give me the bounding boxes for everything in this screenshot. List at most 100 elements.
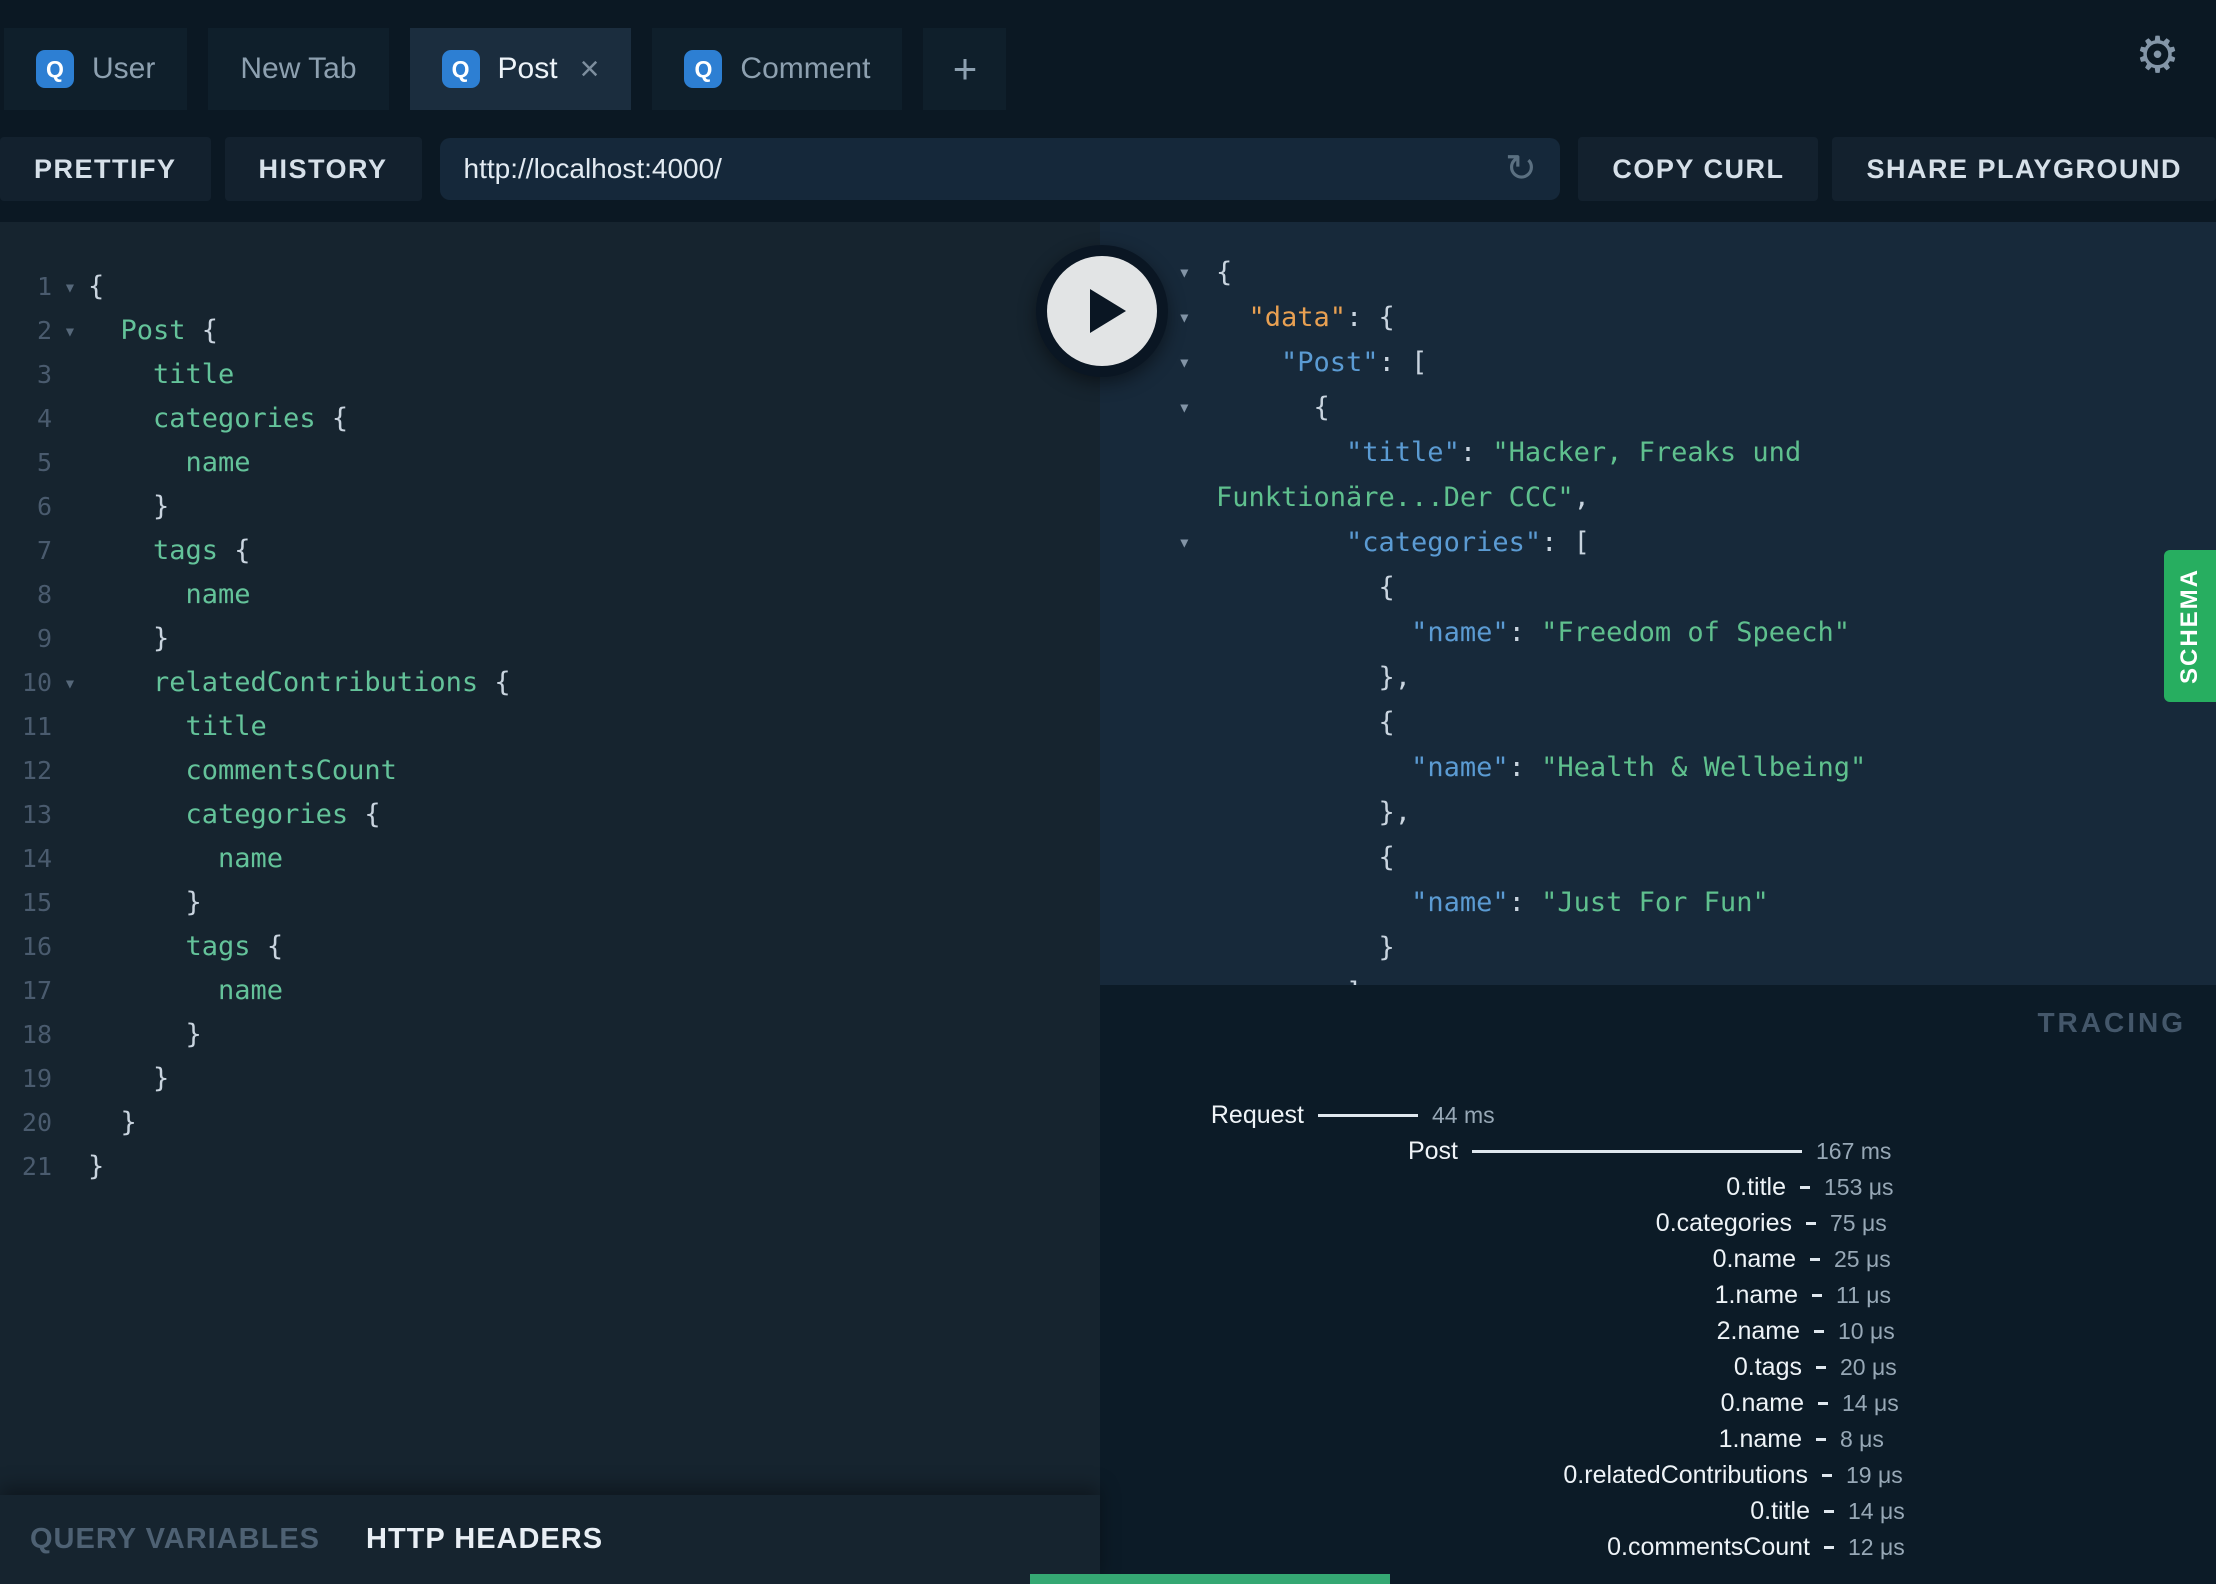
response-line: "name": "Health & Wellbeing"	[1100, 745, 2216, 790]
share-playground-button[interactable]: SHARE PLAYGROUND	[1832, 137, 2216, 201]
editor-line[interactable]: 2 ▾ Post {	[0, 309, 1100, 353]
token: : [	[1378, 347, 1428, 378]
fold-arrow-icon[interactable]: ▾	[1178, 385, 1216, 430]
token: categories	[185, 799, 349, 830]
fold-arrow-icon[interactable]: ▾	[1178, 250, 1216, 295]
editor-line[interactable]: 19}	[0, 1057, 1100, 1101]
fold-arrow-icon[interactable]: ▾	[1178, 340, 1216, 385]
add-tab-button[interactable]: +	[923, 28, 1007, 110]
query-variables-tab[interactable]: QUERY VARIABLES	[30, 1523, 320, 1556]
token: : [	[1541, 527, 1590, 558]
endpoint-url-input[interactable]	[463, 153, 1505, 185]
tracing-row: 1.name 8 μs	[1100, 1421, 2216, 1457]
code-text: tags {	[88, 529, 251, 573]
token: : {	[1346, 302, 1395, 333]
tab-user[interactable]: Q User	[4, 28, 188, 110]
settings-gear-icon[interactable]: ⚙	[2135, 26, 2180, 84]
editor-line[interactable]: 20}	[0, 1101, 1100, 1145]
editor-line[interactable]: 9}	[0, 617, 1100, 661]
editor-line[interactable]: 1 ▾{	[0, 265, 1100, 309]
tracing-row: 0.categories 75 μs	[1100, 1205, 2216, 1241]
token: {	[250, 931, 284, 962]
editor-line[interactable]: 17 name	[0, 969, 1100, 1013]
token: }	[185, 1019, 202, 1050]
reload-schema-icon[interactable]: ↺	[1505, 148, 1537, 190]
tracing-duration-bar	[1822, 1473, 1832, 1477]
response-line: {	[1100, 835, 2216, 880]
line-number: 4	[36, 404, 52, 433]
response-text: {	[1216, 835, 1395, 880]
tracing-panel-toggle[interactable]: TRACING	[2037, 1007, 2186, 1039]
token: {	[1313, 392, 1330, 423]
tracing-row: 1.name 11 μs	[1100, 1277, 2216, 1313]
tab-new-tab[interactable]: New Tab	[208, 28, 389, 110]
token: {	[348, 799, 381, 830]
query-editor-pane[interactable]: 1 ▾{2 ▾ Post {3 title 4 categories {5 name 6} 7 ta…	[0, 222, 1100, 1495]
token: ,	[1573, 482, 1590, 513]
schema-side-tab[interactable]: SCHEMA	[2164, 550, 2216, 702]
response-text: "data": {	[1216, 295, 1395, 340]
tracing-row: 0.name 14 μs	[1100, 1385, 2216, 1421]
editor-line[interactable]: 12 commentsCount	[0, 749, 1100, 793]
fold-arrow-icon[interactable]: ▾	[52, 309, 88, 353]
tracing-row: 0.commentsCount 12 μs	[1100, 1529, 2216, 1565]
editor-line[interactable]: 3 title	[0, 353, 1100, 397]
endpoint-url-field[interactable]: ↺	[439, 138, 1561, 200]
editor-line[interactable]: 10 ▾ relatedContributions {	[0, 661, 1100, 705]
copy-curl-button[interactable]: COPY CURL	[1578, 137, 1819, 201]
fold-arrow-icon[interactable]: ▾	[52, 661, 88, 705]
tracing-row-label: 1.name	[1718, 1424, 1802, 1453]
editor-line[interactable]: 18}	[0, 1013, 1100, 1057]
prettify-button[interactable]: PRETTIFY	[0, 137, 211, 201]
tracing-duration-bar	[1818, 1401, 1828, 1405]
tracing-row-label: Request	[1210, 1100, 1304, 1129]
tracing-row-time: 75 μs	[1830, 1209, 1887, 1236]
editor-line[interactable]: 7 tags {	[0, 529, 1100, 573]
editor-line[interactable]: 21}	[0, 1145, 1100, 1189]
tab-post[interactable]: Q Post ×	[409, 28, 632, 110]
editor-line[interactable]: 8 name	[0, 573, 1100, 617]
editor-line[interactable]: 13 categories {	[0, 793, 1100, 837]
editor-line[interactable]: 15}	[0, 881, 1100, 925]
token: Funktionäre...Der CCC"	[1216, 482, 1574, 513]
tracing-row: 2.name 10 μs	[1100, 1313, 2216, 1349]
line-number: 15	[21, 888, 52, 917]
token: commentsCount	[185, 755, 397, 786]
tracing-duration-bar	[1816, 1365, 1826, 1369]
editor-line[interactable]: 5 name	[0, 441, 1100, 485]
token: },	[1378, 662, 1412, 693]
response-line: "name": "Just For Fun"	[1100, 880, 2216, 925]
close-tab-icon[interactable]: ×	[580, 52, 600, 86]
editor-line[interactable]: 16 tags {	[0, 925, 1100, 969]
fold-arrow-icon[interactable]: ▾	[1178, 295, 1216, 340]
response-text: "name": "Just For Fun"	[1216, 880, 1769, 925]
execute-query-button[interactable]	[1036, 245, 1168, 377]
line-number: 2	[36, 316, 52, 345]
editor-line[interactable]: 11 title	[0, 705, 1100, 749]
tab-comment[interactable]: Q Comment	[652, 28, 903, 110]
token: "Freedom of Speech"	[1541, 617, 1850, 648]
response-text: Funktionäre...Der CCC",	[1216, 475, 1590, 520]
tracing-row-time: 11 μs	[1836, 1281, 1892, 1308]
tracing-row: Request 44 ms	[1100, 1097, 2216, 1133]
http-headers-tab[interactable]: HTTP HEADERS	[366, 1523, 603, 1556]
tracing-row-label: 0.categories	[1655, 1208, 1792, 1237]
fold-arrow-icon[interactable]: ▾	[1178, 520, 1216, 565]
tracing-duration-bar	[1824, 1545, 1834, 1549]
fold-arrow-icon[interactable]: ▾	[52, 265, 88, 309]
response-line: ▾ "Post": [	[1100, 340, 2216, 385]
line-number: 14	[21, 844, 52, 873]
editor-line[interactable]: 14 name	[0, 837, 1100, 881]
response-lines: ▾{▾ "data": {▾ "Post": [▾{"title": "Hacker…	[1100, 222, 2216, 985]
history-button[interactable]: HISTORY	[224, 137, 422, 201]
editor-line[interactable]: 6}	[0, 485, 1100, 529]
code-text: categories {	[88, 793, 381, 837]
editor-line[interactable]: 4 categories {	[0, 397, 1100, 441]
